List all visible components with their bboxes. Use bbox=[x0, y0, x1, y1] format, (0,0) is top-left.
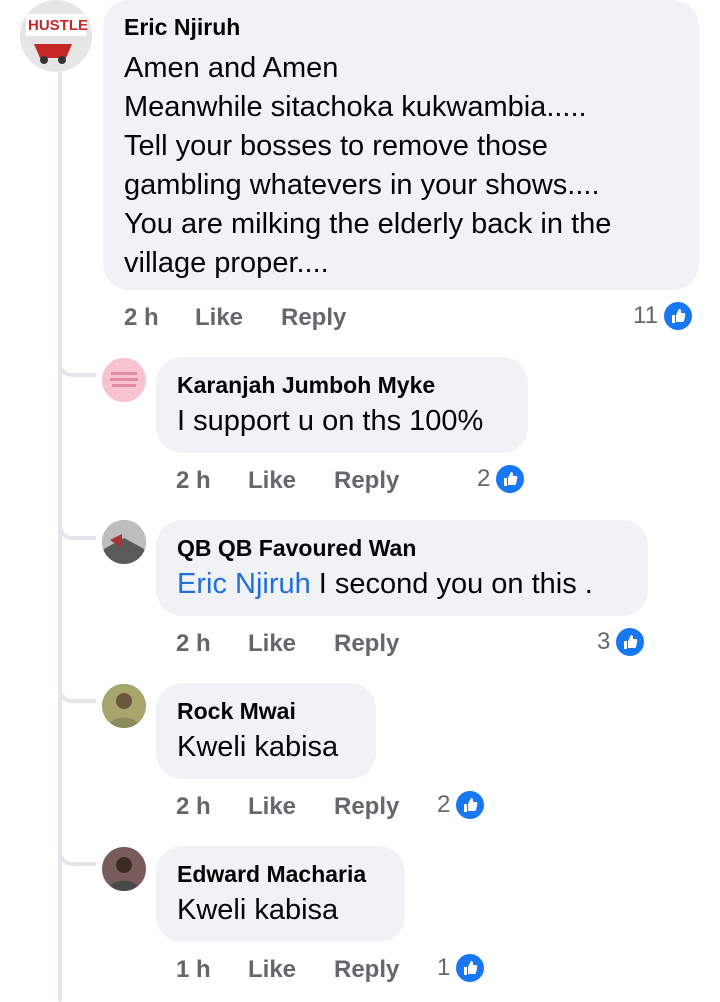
svg-text:HUSTLE: HUSTLE bbox=[28, 17, 88, 34]
thread-connector bbox=[58, 355, 96, 377]
thumbs-up-icon bbox=[614, 626, 647, 658]
comment-text: Eric Njiruh I second you on this . bbox=[177, 565, 628, 604]
reaction-count[interactable]: 2 bbox=[477, 463, 527, 495]
thumbs-up-icon bbox=[661, 300, 694, 332]
mention-link[interactable]: Eric Njiruh bbox=[177, 568, 311, 600]
avatar[interactable] bbox=[102, 847, 146, 891]
reaction-number: 2 bbox=[437, 791, 451, 818]
comment-actions: 2 h Like Reply bbox=[176, 629, 476, 659]
reaction-number: 11 bbox=[633, 302, 658, 329]
reaction-number: 3 bbox=[597, 628, 611, 655]
like-button[interactable]: Like bbox=[248, 629, 296, 659]
comment-text: Kweli kabisa bbox=[177, 894, 339, 926]
like-button[interactable]: Like bbox=[248, 466, 296, 496]
like-button[interactable]: Like bbox=[248, 955, 296, 985]
reply-button[interactable]: Reply bbox=[334, 629, 399, 659]
timestamp[interactable]: 2 h bbox=[176, 466, 211, 496]
thumbs-up-icon bbox=[454, 789, 487, 821]
profile-photo-icon bbox=[102, 520, 146, 564]
profile-photo-icon bbox=[102, 358, 146, 402]
timestamp[interactable]: 2 h bbox=[176, 792, 211, 822]
comment-author[interactable]: Karanjah Jumboh Myke bbox=[177, 370, 508, 400]
avatar[interactable] bbox=[102, 684, 146, 728]
avatar[interactable] bbox=[102, 358, 146, 402]
comment-text: Amen and Amen Meanwhile sitachoka kukwam… bbox=[124, 52, 612, 279]
comment-bubble: Eric Njiruh Amen and Amen Meanwhile sita… bbox=[103, 0, 699, 290]
comment-bubble: QB QB Favoured Wan Eric Njiruh I second … bbox=[156, 520, 648, 616]
timestamp[interactable]: 2 h bbox=[176, 629, 211, 659]
comment-actions: 2 h Like Reply bbox=[124, 303, 684, 333]
timestamp[interactable]: 1 h bbox=[176, 955, 211, 985]
comment-author[interactable]: Edward Macharia bbox=[177, 859, 385, 889]
reply-button[interactable]: Reply bbox=[334, 792, 399, 822]
reaction-count[interactable]: 1 bbox=[437, 952, 487, 984]
comment-actions: 2 h Like Reply bbox=[176, 792, 476, 822]
comment-bubble: Edward Macharia Kweli kabisa bbox=[156, 846, 405, 942]
thread-connector bbox=[58, 844, 96, 866]
profile-photo-icon bbox=[102, 684, 146, 728]
comment-text: Kweli kabisa bbox=[177, 731, 339, 763]
comment-actions: 2 h Like Reply bbox=[176, 466, 476, 496]
thread-line bbox=[58, 72, 62, 1002]
reply-button[interactable]: Reply bbox=[334, 466, 399, 496]
reaction-count[interactable]: 3 bbox=[597, 626, 647, 658]
comment-author[interactable]: Rock Mwai bbox=[177, 696, 356, 726]
comment-text-content: I second you on this . bbox=[310, 568, 593, 600]
reaction-number: 2 bbox=[477, 465, 491, 492]
profile-photo-icon bbox=[102, 847, 146, 891]
comment-author[interactable]: Eric Njiruh bbox=[124, 12, 679, 42]
thread-connector bbox=[58, 518, 96, 540]
thumbs-up-icon bbox=[454, 952, 487, 984]
reply-button[interactable]: Reply bbox=[281, 303, 346, 333]
comment-actions: 1 h Like Reply bbox=[176, 955, 476, 985]
reply-button[interactable]: Reply bbox=[334, 955, 399, 985]
like-button[interactable]: Like bbox=[195, 303, 243, 333]
reaction-count[interactable]: 2 bbox=[437, 789, 487, 821]
comment-bubble: Karanjah Jumboh Myke I support u on ths … bbox=[156, 357, 528, 453]
thread-connector bbox=[58, 681, 96, 703]
thumbs-up-icon bbox=[494, 463, 527, 495]
hustle-logo-icon: HUSTLE bbox=[20, 0, 92, 72]
timestamp[interactable]: 2 h bbox=[124, 303, 159, 333]
comment-bubble: Rock Mwai Kweli kabisa bbox=[156, 683, 376, 779]
reaction-number: 1 bbox=[437, 954, 451, 981]
comment-text: I support u on ths 100% bbox=[177, 405, 484, 437]
like-button[interactable]: Like bbox=[248, 792, 296, 822]
reaction-count[interactable]: 11 bbox=[633, 300, 694, 332]
comment-author[interactable]: QB QB Favoured Wan bbox=[177, 533, 628, 563]
avatar[interactable]: HUSTLE bbox=[20, 0, 92, 72]
avatar[interactable] bbox=[102, 520, 146, 564]
